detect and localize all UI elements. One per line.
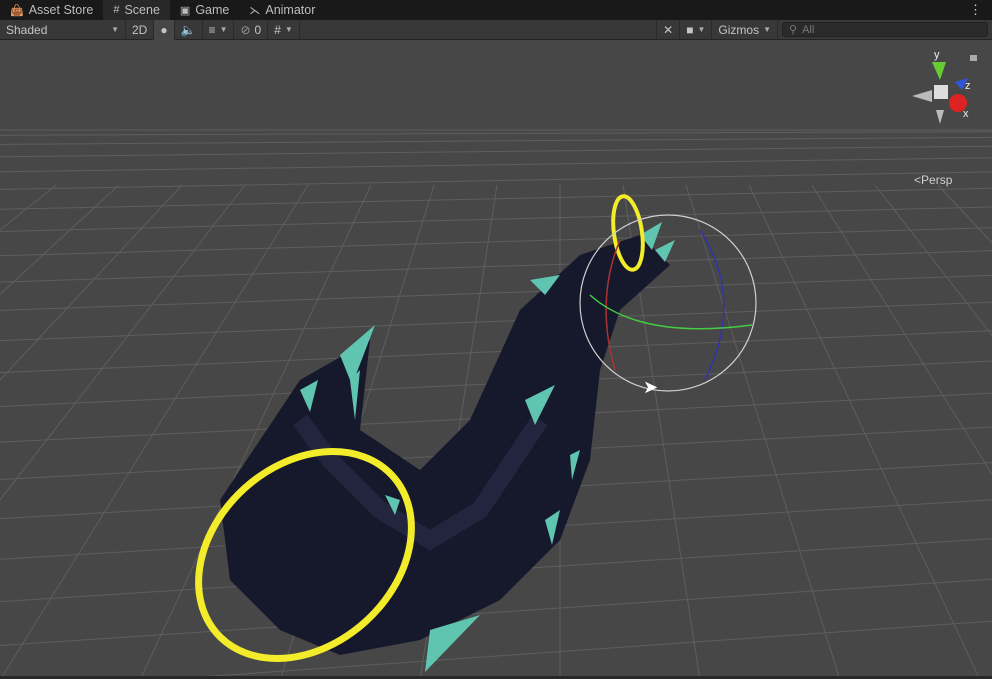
eye-slash-icon: ⊘ xyxy=(240,23,250,37)
orientation-gizmo[interactable]: y z x xyxy=(912,49,977,124)
chevron-down-icon: ▼ xyxy=(111,25,119,34)
tab-animator[interactable]: ⋋Animator xyxy=(239,0,325,20)
gamepad-icon: ▣ xyxy=(180,4,190,17)
tab-asset-store[interactable]: 👜Asset Store xyxy=(0,0,103,20)
scene-view[interactable]: y z x <Persp ➤ xyxy=(0,40,992,676)
search-input[interactable]: ⚲All xyxy=(782,22,988,37)
lock-icon[interactable] xyxy=(970,55,977,61)
speaker-icon: 🔈 xyxy=(181,23,196,37)
projection-toggle[interactable]: <Persp xyxy=(914,173,952,187)
effects-dropdown[interactable]: ≡▼ xyxy=(203,20,235,40)
mouse-cursor-icon: ➤ xyxy=(643,377,658,398)
camera-icon: ■ xyxy=(686,23,693,37)
axis-y-label: y xyxy=(934,49,940,61)
bag-icon: 👜 xyxy=(10,4,24,17)
scene-canvas[interactable]: y z x xyxy=(0,40,992,676)
tab-bar: 👜Asset Store #Scene ▣Game ⋋Animator ⋮ xyxy=(0,0,992,20)
gizmos-dropdown[interactable]: Gizmos▼ xyxy=(712,20,778,40)
animator-icon: ⋋ xyxy=(249,4,260,17)
draw-mode-dropdown[interactable]: Shaded▼ xyxy=(0,20,126,40)
tools-button[interactable]: ✕ xyxy=(656,20,680,40)
lightbulb-icon: ● xyxy=(160,23,167,37)
search-icon: ⚲ xyxy=(789,23,797,36)
layers-icon: ≡ xyxy=(209,23,216,37)
audio-toggle[interactable]: 🔈 xyxy=(175,20,203,40)
more-options-icon[interactable]: ⋮ xyxy=(969,2,982,18)
axis-z-label: z xyxy=(965,80,971,92)
rotation-gizmo[interactable] xyxy=(580,215,756,391)
axis-x-label: x xyxy=(963,108,969,120)
2d-toggle[interactable]: 2D xyxy=(126,20,154,40)
grid-icon: # xyxy=(113,4,119,16)
tab-scene[interactable]: #Scene xyxy=(103,0,170,20)
grid-snap-dropdown[interactable]: #▼ xyxy=(268,20,300,40)
hidden-objects-toggle[interactable]: ⊘0 xyxy=(234,20,268,40)
grid-icon: # xyxy=(274,23,281,37)
tab-game[interactable]: ▣Game xyxy=(170,0,239,20)
camera-dropdown[interactable]: ■▼ xyxy=(680,20,712,40)
tools-icon: ✕ xyxy=(663,23,673,37)
lighting-toggle[interactable]: ● xyxy=(154,20,174,40)
